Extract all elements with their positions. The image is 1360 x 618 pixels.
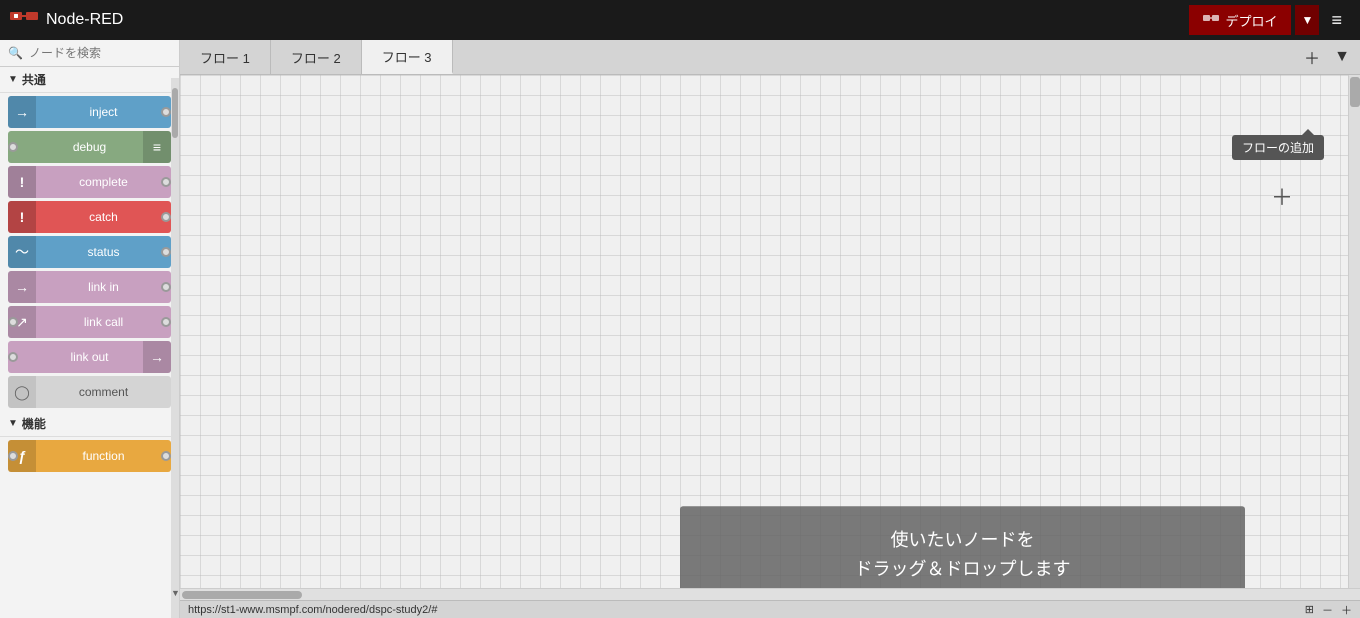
node-complete-icon: ! <box>8 166 36 198</box>
header: Node-RED デプロイ ▼ ≡ <box>0 0 1360 40</box>
statusbar-url: https://st1-www.msmpf.com/nodered/dspc-s… <box>188 604 437 616</box>
node-debug-input-port <box>8 142 18 152</box>
node-catch[interactable]: ! catch <box>8 201 171 233</box>
section-function-label: 機能 <box>22 415 46 432</box>
logo-icon <box>10 9 38 31</box>
canvas-container: フロー 1 フロー 2 フロー 3 ＋ ▼ フローの追加 ＋ <box>180 40 1360 618</box>
statusbar-icon2: － <box>1322 602 1333 618</box>
search-icon: 🔍 <box>8 46 23 60</box>
section-common-label: 共通 <box>22 71 46 88</box>
canvas-add-icon: ＋ <box>1271 180 1293 212</box>
statusbar-icon1: ⊞ <box>1305 603 1314 616</box>
tab-flow1[interactable]: フロー 1 <box>180 40 271 74</box>
section-header-common[interactable]: ▼ 共通 <box>0 67 179 93</box>
section-header-function[interactable]: ▼ 機能 <box>0 411 179 437</box>
canvas-vscroll[interactable] <box>1348 75 1360 588</box>
chevron-icon: ▼ <box>8 74 18 85</box>
main-layout: 🔍 ▼ 共通 → inject debug ≡ ! <box>0 40 1360 618</box>
node-debug[interactable]: debug ≡ <box>8 131 171 163</box>
node-comment[interactable]: ◯ comment <box>8 376 171 408</box>
search-input[interactable] <box>29 46 180 60</box>
drag-hint-line2: ドラッグ＆ドロップします <box>720 555 1205 584</box>
node-debug-icon: ≡ <box>143 131 171 163</box>
node-linkin-label: link in <box>36 280 171 294</box>
node-link-call[interactable]: ↗ link call <box>8 306 171 338</box>
node-inject-output-port <box>161 107 171 117</box>
canvas-inner: フローの追加 ＋ 使いたいノードを ドラッグ＆ドロップします <box>180 75 1360 588</box>
node-catch-label: catch <box>36 210 171 224</box>
node-linkin-icon: → <box>8 271 36 303</box>
deploy-button[interactable]: デプロイ <box>1189 5 1291 35</box>
menu-button[interactable]: ≡ <box>1323 6 1350 35</box>
scroll-arrow-down[interactable]: ▼ <box>171 588 179 598</box>
tab-actions: ＋ ▼ <box>1298 43 1360 71</box>
header-left: Node-RED <box>10 9 123 31</box>
node-status[interactable]: 〜 status <box>8 236 171 268</box>
node-status-icon: 〜 <box>8 236 36 268</box>
node-status-output-port <box>161 247 171 257</box>
tooltip-add-flow: フローの追加 <box>1232 135 1324 160</box>
canvas-hscroll[interactable] <box>180 588 1360 600</box>
drag-drop-hint: 使いたいノードを ドラッグ＆ドロップします <box>680 506 1245 588</box>
node-inject-label: inject <box>36 105 171 119</box>
node-comment-label: comment <box>36 385 171 399</box>
deploy-icon <box>1203 13 1219 27</box>
drag-hint-line1: 使いたいノードを <box>720 526 1205 555</box>
canvas-hscroll-thumb <box>182 591 302 599</box>
node-function-input-port <box>8 451 18 461</box>
sidebar-scrollbar[interactable]: ▼ <box>171 78 179 618</box>
node-linkcall-output-port <box>161 317 171 327</box>
tab-flow2[interactable]: フロー 2 <box>271 40 362 74</box>
node-status-label: status <box>36 245 171 259</box>
statusbar: https://st1-www.msmpf.com/nodered/dspc-s… <box>180 600 1360 618</box>
nodes-list: ▼ 共通 → inject debug ≡ ! complete <box>0 67 179 618</box>
app-title: Node-RED <box>46 11 123 29</box>
node-linkout-icon: → <box>143 341 171 373</box>
tab-flow3[interactable]: フロー 3 <box>362 40 453 74</box>
sidebar: 🔍 ▼ 共通 → inject debug ≡ ! <box>0 40 180 618</box>
node-complete-label: complete <box>36 175 171 189</box>
tab-bar: フロー 1 フロー 2 フロー 3 ＋ ▼ <box>180 40 1360 75</box>
sidebar-scroll-thumb <box>172 88 178 138</box>
node-link-out[interactable]: link out → <box>8 341 171 373</box>
add-tab-button[interactable]: ＋ <box>1298 43 1326 71</box>
node-comment-icon: ◯ <box>8 376 36 408</box>
function-chevron-icon: ▼ <box>8 418 18 429</box>
search-bar: 🔍 <box>0 40 179 67</box>
node-function-output-port <box>161 451 171 461</box>
statusbar-right: ⊞ － ＋ <box>1305 602 1352 618</box>
node-complete-output-port <box>161 177 171 187</box>
node-function-label: function <box>36 449 171 463</box>
tab-more-button[interactable]: ▼ <box>1328 43 1356 71</box>
header-right: デプロイ ▼ ≡ <box>1189 5 1350 35</box>
node-function[interactable]: ƒ function <box>8 440 171 472</box>
node-linkin-output-port <box>161 282 171 292</box>
node-catch-output-port <box>161 212 171 222</box>
canvas-vscroll-thumb <box>1350 77 1360 107</box>
node-linkcall-input-port <box>8 317 18 327</box>
node-inject[interactable]: → inject <box>8 96 171 128</box>
deploy-dropdown-button[interactable]: ▼ <box>1295 5 1319 35</box>
node-link-in[interactable]: → link in <box>8 271 171 303</box>
node-linkcall-label: link call <box>36 315 171 329</box>
statusbar-icon3: ＋ <box>1341 602 1352 618</box>
node-complete[interactable]: ! complete <box>8 166 171 198</box>
node-catch-icon: ! <box>8 201 36 233</box>
node-linkout-input-port <box>8 352 18 362</box>
node-inject-icon: → <box>8 96 36 128</box>
canvas[interactable]: フローの追加 ＋ 使いたいノードを ドラッグ＆ドロップします <box>180 75 1348 588</box>
